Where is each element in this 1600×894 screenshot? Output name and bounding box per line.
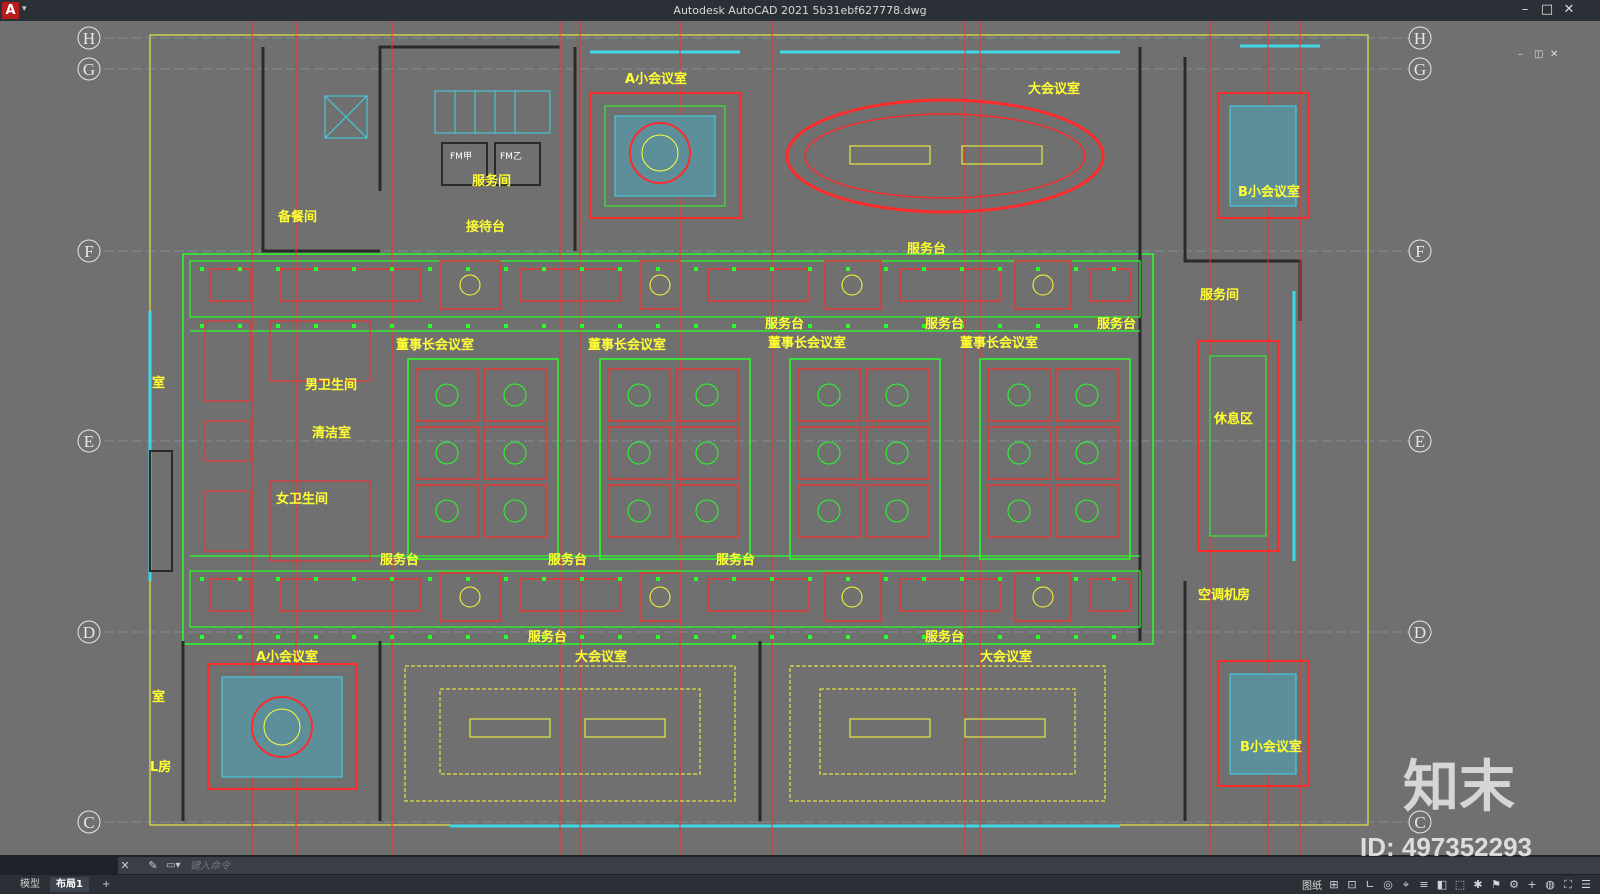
menu-icon[interactable]: ☰ <box>1580 878 1592 891</box>
room-label-ac: 空调机房 <box>1198 587 1250 603</box>
grid-axis-label-h-right: H <box>1414 29 1426 48</box>
isolate-icon[interactable]: ◍ <box>1544 878 1556 891</box>
room-label-large-bottom-2: 大会议室 <box>980 649 1032 665</box>
grid-axis-label-e-right: E <box>1415 432 1425 451</box>
elevator-label-2: FM乙 <box>500 151 522 162</box>
room-label-large-bottom-1: 大会议室 <box>575 649 627 665</box>
room-label-short-2: 室 <box>152 689 165 705</box>
room-label-board-1: 董事长会议室 <box>396 337 474 353</box>
tab-model[interactable]: 模型 <box>14 877 46 892</box>
room-label-service-top: 服务间 <box>472 173 511 189</box>
command-prompt-icon[interactable]: ▭▾ <box>166 857 182 874</box>
room-label-serving: 备餐间 <box>277 209 317 225</box>
room-label-short-1: 室 <box>152 375 165 391</box>
floor-plan-drawing: A小会议室 大会议室 服务间 接待台 备餐间 服务台 B小会议室 服务间 服务台… <box>77 21 1432 855</box>
room-label-service-desk-3: 服务台 <box>925 316 964 332</box>
plus-icon[interactable]: + <box>1526 878 1538 891</box>
annotation-icon[interactable]: ✱ <box>1472 878 1484 891</box>
grid-icon[interactable]: ⊞ <box>1328 878 1340 891</box>
status-toolbar: 图纸 ⊞ ⊡ ∟ ◎ ⌖ ≡ ◧ ⬚ ✱ ⚑ ⚙ + ◍ ⛶ ☰ <box>1302 877 1592 893</box>
room-label-board-3: 董事长会议室 <box>768 335 846 351</box>
paper-space-label[interactable]: 图纸 <box>1302 877 1322 892</box>
ortho-icon[interactable]: ∟ <box>1364 878 1376 891</box>
room-label-left: L房 <box>150 759 171 775</box>
room-label-service-desk-7: 服务台 <box>716 552 755 568</box>
room-label-reception: 接待台 <box>466 219 505 235</box>
doc-restore-button[interactable]: ◫ <box>1534 49 1543 60</box>
selection-icon[interactable]: ⬚ <box>1454 878 1466 891</box>
maximize-button[interactable]: □ <box>1536 1 1558 19</box>
grid-axis-label-f-left: F <box>84 242 93 261</box>
grid-axis-label-d-left: D <box>83 623 95 642</box>
room-label-restroom-1: 男卫生间 <box>305 377 357 393</box>
lineweight-icon[interactable]: ≡ <box>1418 878 1430 891</box>
room-label-service-desk-4: 服务台 <box>1097 316 1136 332</box>
polar-icon[interactable]: ◎ <box>1382 878 1394 891</box>
grid-axis-label-d-right: D <box>1414 623 1426 642</box>
doc-minimize-button[interactable]: – <box>1518 49 1523 60</box>
watermark-brand: 知末 <box>1403 755 1515 820</box>
elevator-label-1: FM甲 <box>450 151 472 162</box>
room-label-b-small-bottom: B小会议室 <box>1240 739 1302 755</box>
drawing-canvas[interactable]: A小会议室 大会议室 服务间 接待台 备餐间 服务台 B小会议室 服务间 服务台… <box>0 21 1600 855</box>
grid-axis-label-h-left: H <box>83 29 95 48</box>
room-label-cleaning: 清洁室 <box>312 425 351 441</box>
tab-layout1[interactable]: 布局1 <box>50 877 89 892</box>
close-icon[interactable]: ✕ <box>118 857 132 874</box>
room-label-service-desk-6: 服务台 <box>548 552 587 568</box>
doc-close-button[interactable]: ✕ <box>1550 49 1558 60</box>
osnap-icon[interactable]: ⌖ <box>1400 878 1412 892</box>
status-bar: 模型 布局1 + 图纸 ⊞ ⊡ ∟ ◎ ⌖ ≡ ◧ ⬚ ✱ ⚑ ⚙ + ◍ ⛶ … <box>0 875 1600 894</box>
close-button[interactable]: ✕ <box>1558 1 1580 19</box>
window-title: Autodesk AutoCAD 2021 5b31ebf627778.dwg <box>673 4 927 17</box>
command-input[interactable] <box>188 858 792 874</box>
grid-axis-label-g-left: G <box>83 60 95 79</box>
room-label-lounge: 休息区 <box>1213 411 1253 427</box>
tab-add[interactable]: + <box>96 877 116 892</box>
room-label-service-desk-1: 服务台 <box>907 241 946 257</box>
title-bar: A ▾ Autodesk AutoCAD 2021 5b31ebf627778.… <box>0 0 1600 21</box>
room-label-service-right: 服务间 <box>1200 287 1239 303</box>
grid-axis-label-c-left: C <box>83 813 94 832</box>
room-label-a-small-bottom: A小会议室 <box>256 649 318 665</box>
room-label-large-top: 大会议室 <box>1028 81 1080 97</box>
grid-axis-label-f-right: F <box>1415 242 1424 261</box>
gear-icon[interactable]: ⚙ <box>1508 878 1520 891</box>
fullscreen-icon[interactable]: ⛶ <box>1562 878 1574 892</box>
room-label-board-4: 董事长会议室 <box>960 335 1038 351</box>
minimize-button[interactable]: – <box>1514 1 1536 19</box>
grid-axis-label-g-right: G <box>1414 60 1426 79</box>
workspace-icon[interactable]: ⚑ <box>1490 878 1502 891</box>
snap-icon[interactable]: ⊡ <box>1346 878 1358 891</box>
room-label-board-2: 董事长会议室 <box>588 337 666 353</box>
command-line: ✕ ✎ ▭▾ <box>118 857 1600 874</box>
room-label-service-desk-5: 服务台 <box>380 552 419 568</box>
room-label-b-small-top: B小会议室 <box>1238 184 1300 200</box>
room-label-service-desk-9: 服务台 <box>925 629 964 645</box>
wrench-icon[interactable]: ✎ <box>146 857 160 874</box>
transparency-icon[interactable]: ◧ <box>1436 878 1448 891</box>
grid-axis-label-e-left: E <box>84 432 94 451</box>
room-label-restroom-2: 女卫生间 <box>276 491 328 507</box>
room-label-service-desk-8: 服务台 <box>528 629 567 645</box>
room-label-a-small-top: A小会议室 <box>625 71 687 87</box>
room-label-service-desk-2: 服务台 <box>765 316 804 332</box>
